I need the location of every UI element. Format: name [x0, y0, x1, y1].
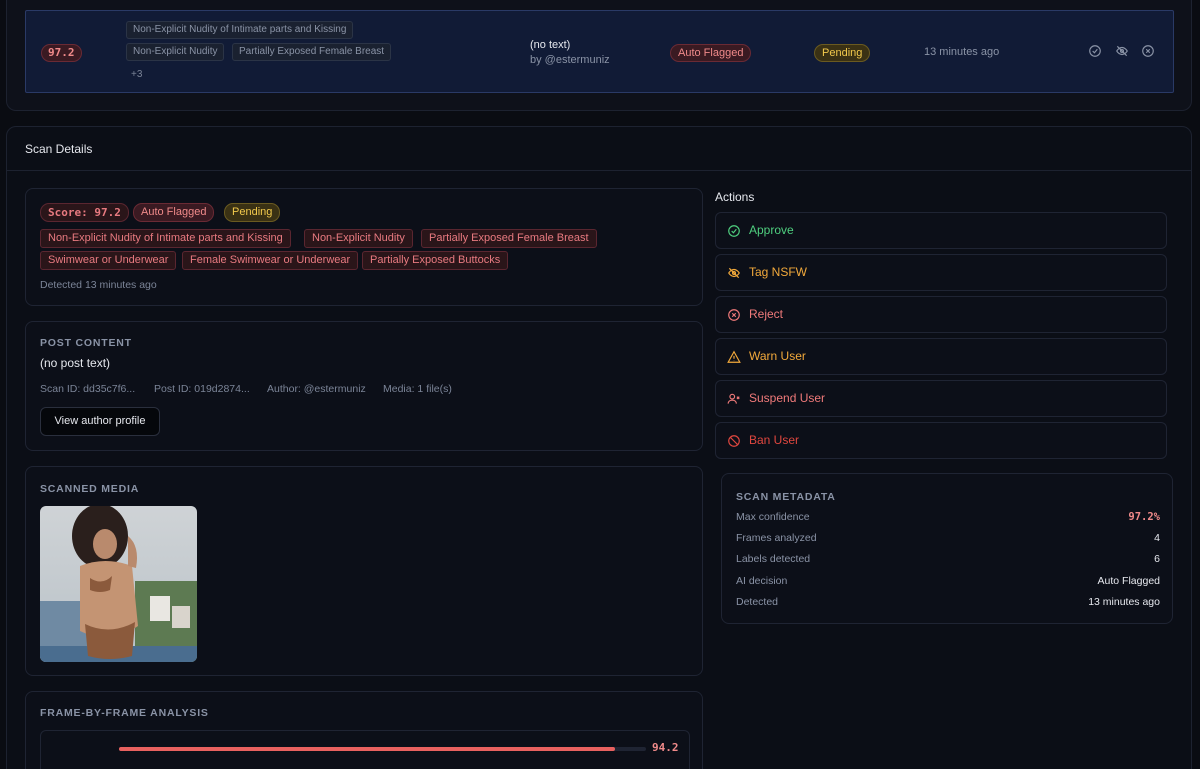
author-info: Author: @estermuniz: [267, 383, 366, 395]
more-labels-count: +3: [131, 69, 143, 80]
metadata-value: Auto Flagged: [1097, 575, 1160, 587]
score-pill: 97.2: [41, 44, 82, 62]
metadata-row: Frames analyzed 4: [736, 532, 1160, 548]
scan-metadata-card: SCAN METADATA Max confidence 97.2% Frame…: [721, 473, 1173, 624]
metadata-key: AI decision: [736, 575, 788, 587]
metadata-key: Frames analyzed: [736, 532, 817, 544]
user-x-icon: [727, 393, 740, 404]
metadata-row: AI decision Auto Flagged: [736, 575, 1160, 591]
check-circle-icon: [728, 225, 740, 237]
metadata-value: 13 minutes ago: [1088, 596, 1160, 608]
label-chip: Non-Explicit Nudity: [304, 229, 413, 248]
post-content-card: POST CONTENT (no post text) Scan ID: dd3…: [25, 321, 703, 451]
post-id: Post ID: 019d2874...: [154, 383, 250, 395]
metadata-value: 97.2%: [1128, 511, 1160, 523]
label-chip: Female Swimwear or Underwear: [182, 251, 359, 270]
review-badge: Pending: [224, 203, 281, 222]
suspend-user-button[interactable]: Suspend User: [715, 380, 1167, 417]
frame-score-bar: [119, 747, 616, 751]
scanned-media-card: SCANNED MEDIA: [25, 466, 703, 676]
tag-nsfw-button[interactable]: Tag NSFW: [715, 254, 1167, 291]
scan-summary-card: Score: 97.2 Auto Flagged Pending Non-Exp…: [25, 188, 703, 306]
eye-off-icon: [728, 267, 740, 279]
metadata-key: Detected: [736, 596, 779, 608]
ban-user-button[interactable]: Ban User: [715, 422, 1167, 459]
reject-label: Reject: [749, 307, 784, 321]
label-chip: Non-Explicit Nudity of Intimate parts an…: [40, 229, 291, 248]
scan-metadata-label: SCAN METADATA: [736, 491, 836, 503]
frame-analysis-card: FRAME-BY-FRAME ANALYSIS 94.2: [25, 691, 703, 769]
approve-button[interactable]: Approve: [715, 212, 1167, 249]
label-tag: Non-Explicit Nudity of Intimate parts an…: [126, 21, 354, 39]
metadata-row: Labels detected 6: [736, 553, 1160, 569]
eye-off-icon[interactable]: [1115, 44, 1129, 58]
metadata-key: Max confidence: [736, 511, 810, 523]
frame-score-track: [119, 747, 646, 751]
post-text: (no text): [530, 39, 571, 51]
warn-user-label: Warn User: [749, 349, 806, 363]
scan-id: Scan ID: dd35c7f6...: [40, 383, 136, 395]
reject-button[interactable]: Reject: [715, 296, 1167, 333]
warning-icon: [727, 350, 741, 363]
score-badge: Score: 97.2: [40, 203, 129, 222]
scan-details-title: Scan Details: [7, 127, 1191, 171]
post-author[interactable]: by @estermuniz: [530, 54, 610, 66]
metadata-row: Detected 13 minutes ago: [736, 596, 1160, 612]
label-chip: Swimwear or Underwear: [40, 251, 177, 270]
status-badge: Auto Flagged: [670, 44, 752, 62]
post-content-label: POST CONTENT: [40, 337, 132, 349]
x-circle-icon[interactable]: [1141, 44, 1155, 58]
approve-label: Approve: [749, 223, 794, 237]
view-author-profile-button[interactable]: View author profile: [40, 407, 160, 436]
metadata-row: Max confidence 97.2%: [736, 511, 1160, 527]
ban-icon: [728, 435, 740, 447]
warn-user-button[interactable]: Warn User: [715, 338, 1167, 375]
row-timestamp: 13 minutes ago: [924, 46, 1000, 58]
label-tag: Partially Exposed Female Breast: [232, 43, 392, 61]
actions-title: Actions: [715, 190, 755, 204]
label-chip: Partially Exposed Buttocks: [362, 251, 509, 270]
check-circle-icon[interactable]: [1088, 44, 1102, 58]
label-tag: Non-Explicit Nudity: [126, 43, 225, 61]
metadata-value: 6: [1154, 553, 1160, 565]
media-image: [40, 506, 197, 662]
tag-nsfw-label: Tag NSFW: [749, 265, 808, 279]
scan-list-panel: 97.2 Non-Explicit Nudity of Intimate par…: [6, 0, 1192, 111]
detected-time: Detected 13 minutes ago: [40, 279, 157, 291]
scan-list-row[interactable]: 97.2 Non-Explicit Nudity of Intimate par…: [25, 10, 1174, 93]
status-badge: Auto Flagged: [133, 203, 215, 222]
suspend-user-label: Suspend User: [749, 391, 826, 405]
media-count: Media: 1 file(s): [383, 383, 452, 395]
label-chip: Partially Exposed Female Breast: [421, 229, 597, 248]
x-circle-icon: [728, 309, 740, 321]
metadata-value: 4: [1154, 532, 1160, 544]
scanned-media-label: SCANNED MEDIA: [40, 483, 140, 495]
scanned-media-thumbnail[interactable]: [40, 506, 197, 662]
frame-analysis-label: FRAME-BY-FRAME ANALYSIS: [40, 707, 209, 719]
post-text: (no post text): [40, 356, 111, 370]
review-badge: Pending: [814, 44, 871, 62]
ban-user-label: Ban User: [749, 433, 800, 447]
metadata-key: Labels detected: [736, 553, 811, 565]
frame-row: 94.2: [40, 730, 690, 769]
frame-score-value: 94.2: [652, 741, 679, 754]
